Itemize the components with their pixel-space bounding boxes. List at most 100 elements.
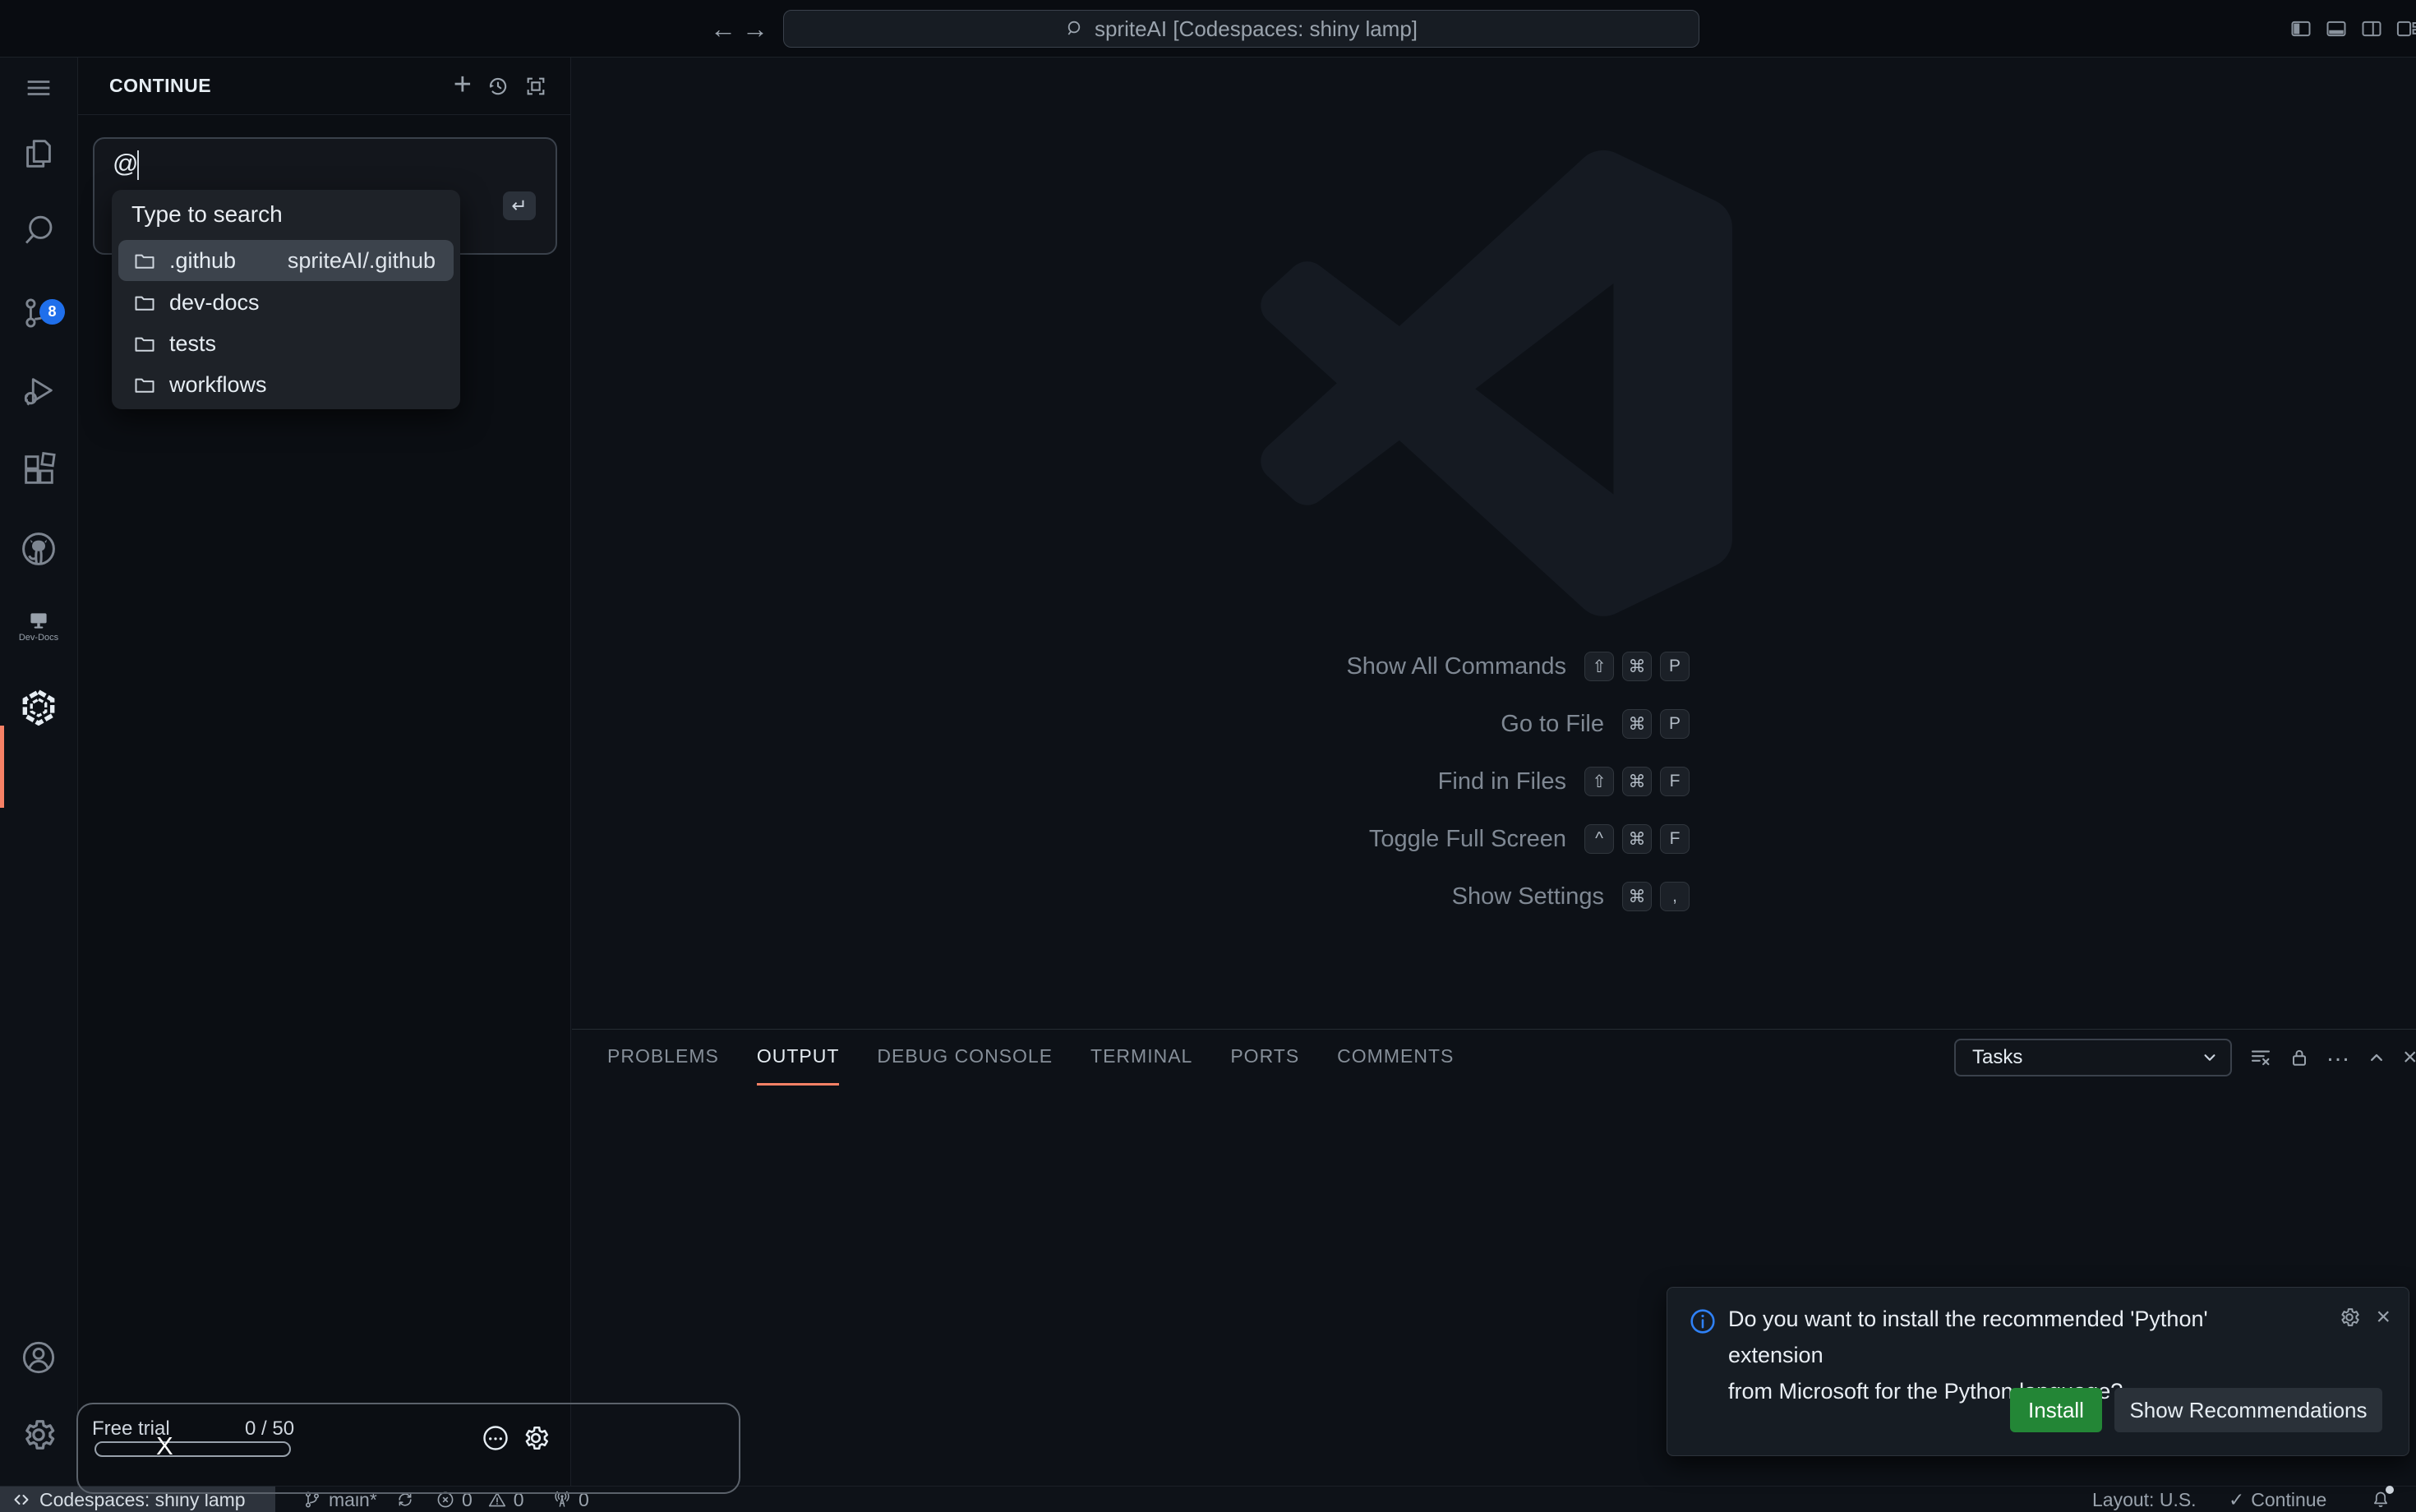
menu-button[interactable] [0,51,77,125]
key-comma: , [1660,882,1690,911]
remote-indicator[interactable]: Codespaces: shiny lamp [0,1487,275,1512]
search-icon [20,212,58,250]
shortcut-label: Show All Commands [1346,653,1566,680]
status-bar: Codespaces: shiny lamp main* 0 0 0 Layou… [0,1486,2416,1512]
settings-button[interactable] [0,1398,77,1472]
new-session-button[interactable]: + [454,69,472,100]
sidebar-item-search[interactable] [0,194,77,268]
shortcut-row: Find in Files ⇧ ⌘ F [1032,753,1690,810]
tab-ports[interactable]: PORTS [1230,1030,1299,1086]
gear-icon[interactable] [521,1423,551,1453]
layout-status-item[interactable]: Layout: U.S. [2092,1487,2197,1512]
install-button[interactable]: Install [2010,1388,2102,1432]
sidebar-item-explorer[interactable] [0,117,77,191]
submit-enter-button[interactable]: ↵ [503,191,536,220]
branch-status-item[interactable]: main* [302,1487,415,1512]
shortcut-label: Go to File [1501,711,1604,738]
clear-output-icon[interactable] [2248,1045,2273,1070]
key-letter: P [1660,652,1690,681]
list-item[interactable]: workflows [118,364,454,405]
panel-title: CONTINUE [109,75,211,97]
gear-icon [20,1416,58,1454]
ports-status-item[interactable]: 0 [552,1487,589,1512]
back-icon[interactable]: ← [710,14,736,44]
result-label: dev-docs [169,290,260,316]
close-panel-icon[interactable]: × [2403,1045,2416,1070]
shortcut-row: Show Settings ⌘ , [1032,868,1690,925]
dev-docs-label: Dev-Docs [19,633,58,643]
warning-count: 0 [514,1489,524,1511]
panel-actions: … × [2248,1039,2416,1076]
key-ctrl: ^ [1584,824,1614,854]
toggle-panel-icon[interactable] [2325,17,2348,40]
radio-tower-icon [552,1490,572,1510]
continue-status-label: Continue [2251,1489,2326,1511]
result-label: tests [169,331,216,357]
panel-tab-bar: PROBLEMS OUTPUT DEBUG CONSOLE TERMINAL P… [607,1030,1454,1086]
command-center-search[interactable]: spriteAI [Codespaces: shiny lamp] [783,10,1699,48]
result-detail: spriteAI/.github [288,248,436,274]
key-cmd: ⌘ [1622,824,1652,854]
fullscreen-icon[interactable] [524,75,547,98]
customize-layout-icon[interactable] [2395,17,2416,40]
progress-marker: X [156,1431,173,1461]
continue-panel: CONTINUE + @ ↵ Type to search .github sp… [78,58,571,1486]
remote-label: Codespaces: shiny lamp [39,1489,246,1511]
accounts-button[interactable] [0,1321,77,1394]
maximize-panel-icon[interactable] [2365,1046,2388,1069]
activity-bar: 8 Dev-Docs [0,58,78,1486]
sidebar-item-extensions[interactable] [0,433,77,507]
problems-status-item[interactable]: 0 0 [436,1487,524,1512]
command-center-label: spriteAI [Codespaces: shiny lamp] [1095,16,1418,42]
key-cmd: ⌘ [1622,709,1652,739]
shortcut-label: Find in Files [1438,768,1566,795]
list-item[interactable]: .github spriteAI/.github [118,240,454,281]
toggle-secondary-sidebar-icon[interactable] [2360,17,2383,40]
key-shift: ⇧ [1584,652,1614,681]
files-icon [20,135,58,173]
title-bar: ← → spriteAI [Codespaces: shiny lamp] [0,0,2416,58]
key-cmd: ⌘ [1622,882,1652,911]
chat-input-value: @ [113,149,138,178]
folder-icon [133,291,156,314]
sidebar-item-github[interactable] [0,512,77,586]
remote-icon [12,1490,31,1510]
list-item[interactable]: dev-docs [118,282,454,323]
folder-icon [133,332,156,355]
extensions-icon [20,451,58,489]
shortcut-row: Show All Commands ⇧ ⌘ P [1032,638,1690,695]
sidebar-item-source-control[interactable]: 8 [0,276,77,350]
tab-terminal[interactable]: TERMINAL [1090,1030,1192,1086]
forward-icon[interactable]: → [742,14,768,44]
result-label: .github [169,248,236,274]
output-channel-select[interactable]: Tasks [1954,1039,2232,1076]
error-icon [436,1490,455,1510]
continue-status-item[interactable]: ✓ Continue [2229,1487,2326,1512]
history-icon[interactable] [486,74,510,99]
tab-problems[interactable]: PROBLEMS [607,1030,719,1086]
tab-debug-console[interactable]: DEBUG CONSOLE [877,1030,1053,1086]
lock-icon[interactable] [2288,1046,2311,1069]
search-icon [1065,19,1085,39]
context-search-dropdown: Type to search .github spriteAI/.github … [112,190,460,409]
selected-channel-label: Tasks [1972,1046,2022,1069]
show-recommendations-button[interactable]: Show Recommendations [2114,1388,2382,1432]
key-letter: P [1660,709,1690,739]
layout-controls [2289,17,2416,40]
info-icon [1689,1307,1717,1335]
toggle-primary-sidebar-icon[interactable] [2289,17,2312,40]
feedback-ellipsis-icon[interactable] [481,1423,510,1453]
more-actions-icon[interactable]: … [2326,1041,2350,1066]
notifications-bell-item[interactable] [2370,1487,2391,1512]
search-hint: Type to search [131,201,283,228]
list-item[interactable]: tests [118,323,454,364]
close-icon[interactable]: × [2376,1306,2391,1329]
tab-output[interactable]: OUTPUT [757,1030,840,1086]
sidebar-item-continue[interactable] [0,671,77,744]
tab-comments[interactable]: COMMENTS [1337,1030,1454,1086]
notification-settings-gear-icon[interactable] [2338,1306,2361,1329]
sidebar-item-dev-docs[interactable]: Dev-Docs [0,590,77,664]
editor-area: Show All Commands ⇧ ⌘ P Go to File ⌘ P F… [572,58,2416,1029]
sidebar-item-run-debug[interactable] [0,354,77,428]
layout-label: Layout: U.S. [2092,1489,2197,1511]
